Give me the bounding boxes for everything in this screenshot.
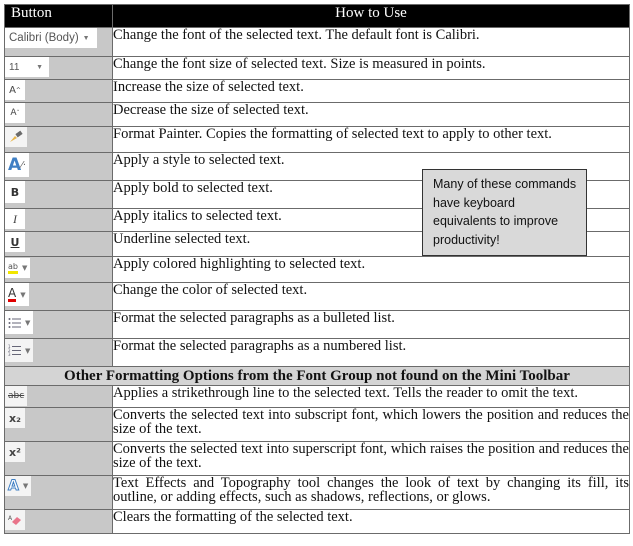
table-row: A Clears the formatting of the selected … bbox=[4, 509, 630, 534]
row-description: Change the font of the selected text. Th… bbox=[112, 27, 630, 57]
text-effects-icon[interactable]: A ▼ bbox=[5, 476, 32, 496]
row-description: Converts the selected text into subscrip… bbox=[112, 407, 630, 442]
chevron-down-icon: ▼ bbox=[82, 34, 90, 42]
italic-icon[interactable]: I bbox=[5, 209, 25, 229]
font-color-icon[interactable]: A ▼ bbox=[5, 283, 29, 306]
table-row: abc Applies a strikethrough line to the … bbox=[4, 385, 630, 408]
clear-formatting-icon[interactable]: A bbox=[5, 510, 25, 530]
row-description: Increase the size of selected text. bbox=[112, 79, 630, 103]
row-description: Converts the selected text into superscr… bbox=[112, 441, 630, 476]
table-row: x₂ Converts the selected text into subsc… bbox=[4, 407, 630, 442]
format-painter-icon[interactable] bbox=[5, 127, 27, 147]
bold-icon[interactable]: B bbox=[5, 181, 25, 203]
table-row: A ^ Increase the size of selected text. bbox=[4, 79, 630, 103]
table-row: ab ▼ Apply colored highlighting to select… bbox=[4, 256, 630, 283]
strikethrough-icon[interactable]: abc bbox=[5, 386, 28, 406]
table-row: ▼ Format the selected paragraphs as a bu… bbox=[4, 310, 630, 339]
section-header-row: Other Formatting Options from the Font G… bbox=[4, 366, 630, 386]
svg-text:A: A bbox=[8, 515, 13, 522]
numbering-icon[interactable]: 1 2 3 ▼ bbox=[5, 339, 34, 362]
row-description: Format the selected paragraphs as a bull… bbox=[112, 310, 630, 339]
row-description: Clears the formatting of the selected te… bbox=[112, 509, 630, 534]
styles-icon[interactable]: A ⁄· bbox=[5, 153, 30, 177]
table-row: A ▼ Text Effects and Topography tool chan… bbox=[4, 475, 630, 510]
shrink-font-icon[interactable]: Aˇ bbox=[5, 103, 25, 123]
font-size-dropdown[interactable]: 11 ▼ bbox=[5, 57, 49, 77]
table-row: x² Converts the selected text into super… bbox=[4, 441, 630, 476]
grow-font-icon[interactable]: A ^ bbox=[5, 80, 25, 100]
callout-text: Many of these commands have keyboard equ… bbox=[433, 177, 577, 247]
table-header-row: Button How to Use bbox=[4, 4, 630, 28]
row-description: Change the font size of selected text. S… bbox=[112, 56, 630, 80]
row-description: Change the color of selected text. bbox=[112, 282, 630, 311]
tip-callout: Many of these commands have keyboard equ… bbox=[422, 169, 587, 256]
subscript-icon[interactable]: x₂ bbox=[5, 408, 25, 428]
font-commands-table: Button How to Use Calibri (Body) ▼ Change… bbox=[4, 4, 630, 534]
row-description: Apply colored highlighting to selected t… bbox=[112, 256, 630, 283]
bullets-icon[interactable]: ▼ bbox=[5, 311, 34, 334]
superscript-icon[interactable]: x² bbox=[5, 442, 25, 462]
table-row: Format Painter. Copies the formatting of… bbox=[4, 126, 630, 153]
chevron-down-icon: ▼ bbox=[36, 63, 43, 71]
table-row: A ▼ Change the color of selected text. bbox=[4, 282, 630, 311]
row-description: Text Effects and Topography tool changes… bbox=[112, 475, 630, 510]
row-description: Decrease the size of selected text. bbox=[112, 102, 630, 127]
underline-icon[interactable]: U bbox=[5, 232, 25, 252]
table-row: 11 ▼ Change the font size of selected tex… bbox=[4, 56, 630, 80]
table-row: Aˇ Decrease the size of selected text. bbox=[4, 102, 630, 127]
row-description: Applies a strikethrough line to the sele… bbox=[112, 385, 630, 408]
font-name-dropdown[interactable]: Calibri (Body) ▼ bbox=[5, 28, 97, 48]
table-row: 1 2 3 ▼ Format the selected paragraphs as a… bbox=[4, 338, 630, 367]
table-row: Calibri (Body) ▼ Change the font of the s… bbox=[4, 27, 630, 57]
row-description: Format Painter. Copies the formatting of… bbox=[112, 126, 630, 153]
svg-text:3: 3 bbox=[8, 352, 11, 357]
header-how-to-use: How to Use bbox=[112, 4, 630, 28]
row-description: Format the selected paragraphs as a numb… bbox=[112, 338, 630, 367]
section-title: Other Formatting Options from the Font G… bbox=[4, 366, 630, 386]
header-button: Button bbox=[4, 4, 113, 28]
highlight-icon[interactable]: ab ▼ bbox=[5, 258, 31, 278]
